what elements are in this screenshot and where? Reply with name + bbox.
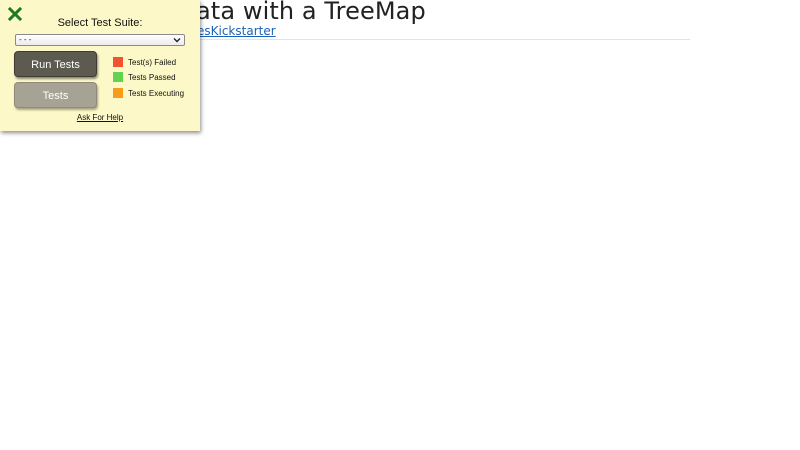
page-title: ata with a TreeMap [196, 0, 426, 25]
chevron-down-icon [173, 38, 181, 43]
legend-label-failed: Test(s) Failed [128, 58, 177, 67]
ask-for-help-container: Ask For Help [0, 113, 200, 122]
select-suite-label: Select Test Suite: [57, 17, 143, 29]
run-tests-button[interactable]: Run Tests [14, 51, 97, 77]
test-suite-select[interactable]: - - - [15, 34, 185, 46]
legend-swatch-failed [113, 57, 123, 67]
tests-button[interactable]: Tests [14, 82, 97, 108]
legend-swatch-executing [113, 88, 123, 98]
legend-label-passed: Tests Passed [128, 73, 176, 82]
page-divider [196, 39, 690, 40]
test-suite-select-value: - - - [19, 35, 32, 44]
ask-for-help-link[interactable]: Ask For Help [77, 113, 123, 122]
page-link[interactable]: esKickstarter [197, 24, 276, 38]
legend-label-executing: Tests Executing [128, 89, 185, 98]
test-runner-panel: Select Test Suite: - - - Run Tests Tests… [0, 0, 200, 131]
legend-swatch-passed [113, 72, 123, 82]
